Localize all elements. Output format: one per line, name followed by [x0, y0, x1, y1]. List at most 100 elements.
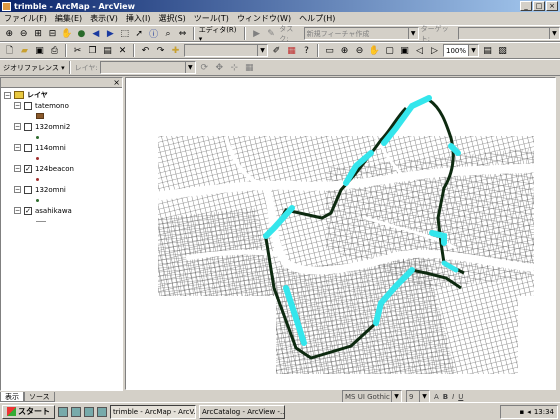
menu-insert[interactable]: 挿入(I) — [126, 13, 151, 24]
close-button[interactable]: × — [546, 1, 558, 11]
quicklaunch-ie-icon[interactable] — [58, 406, 68, 417]
quicklaunch-desktop-icon[interactable] — [84, 406, 94, 417]
layer-checkbox[interactable] — [24, 101, 32, 110]
layout-pan-icon[interactable]: ✋ — [368, 44, 381, 57]
maximize-button[interactable]: □ — [533, 1, 545, 11]
georef-layer-dropdown[interactable]: ▼ — [99, 61, 196, 74]
zoom-whole-page-icon[interactable]: ▢ — [383, 44, 396, 57]
quicklaunch-media-icon[interactable] — [97, 406, 107, 417]
menu-help[interactable]: ヘルプ(H) — [299, 13, 335, 24]
italic-button[interactable]: I — [452, 393, 454, 401]
sketch-pencil-icon[interactable]: ✎ — [265, 27, 277, 40]
collapse-icon[interactable]: − — [14, 165, 21, 172]
zoom-100-icon[interactable]: ▣ — [398, 44, 411, 57]
paste-icon[interactable]: ▤ — [101, 44, 114, 57]
layer-checkbox[interactable]: ✓ — [24, 206, 32, 215]
back-arrow-icon[interactable]: ◀ — [90, 27, 102, 40]
volume-icon[interactable]: ◂ — [527, 408, 531, 416]
menu-tools[interactable]: ツール(T) — [194, 13, 229, 24]
map-canvas[interactable] — [126, 78, 556, 390]
cut-icon[interactable]: ✂ — [71, 44, 84, 57]
quicklaunch-mail-icon[interactable] — [71, 406, 81, 417]
layer-item-tatemono[interactable]: − tatemono — [1, 100, 122, 111]
layer-item-114omni[interactable]: − 114omni — [1, 142, 122, 153]
fixed-zoom-out-icon[interactable]: ⊟ — [46, 27, 58, 40]
minimize-button[interactable]: _ — [520, 1, 532, 11]
forward-arrow-icon[interactable]: ▶ — [104, 27, 116, 40]
undo-icon[interactable]: ↶ — [139, 44, 152, 57]
collapse-icon[interactable]: − — [14, 123, 21, 130]
fixed-zoom-in-icon[interactable]: ⊞ — [32, 27, 44, 40]
toggle-draft-icon[interactable]: ▤ — [481, 44, 494, 57]
layer-item-132omni[interactable]: − 132omni — [1, 184, 122, 195]
rotate-icon[interactable]: ⟳ — [198, 61, 211, 74]
measure-icon[interactable]: ⇔ — [176, 27, 188, 40]
layer-checkbox[interactable] — [24, 185, 32, 194]
layer-item-asahikawa[interactable]: − ✓ asahikawa — [1, 205, 122, 216]
collapse-icon[interactable]: − — [14, 207, 21, 214]
collapse-icon[interactable]: − — [14, 144, 21, 151]
editor-menu[interactable]: エディタ(R) ▾ — [199, 25, 241, 43]
collapse-icon[interactable]: − — [14, 186, 21, 193]
layout-page-icon[interactable]: ▭ — [323, 44, 336, 57]
collapse-icon[interactable]: − — [4, 91, 11, 99]
zoom-in-icon[interactable]: ⊕ — [3, 27, 15, 40]
task-arcmap[interactable]: trimble - ArcMap - ArcV... — [110, 404, 196, 419]
toc-root-layers[interactable]: − レイヤ — [1, 90, 122, 100]
layer-checkbox[interactable]: ✓ — [24, 164, 32, 173]
map-view[interactable] — [125, 77, 556, 390]
layout-zoom-out-icon[interactable]: ⊖ — [353, 44, 366, 57]
tab-display[interactable]: 表示 — [0, 392, 24, 402]
identify-icon[interactable]: ⓘ — [147, 27, 159, 40]
layer-item-124beacon[interactable]: − ✓ 124beacon — [1, 163, 122, 174]
bold-button[interactable]: B — [443, 393, 448, 401]
open-folder-icon[interactable]: ▰ — [18, 44, 31, 57]
layout-back-icon[interactable]: ◁ — [413, 44, 426, 57]
pan-hand-icon[interactable]: ✋ — [61, 27, 73, 40]
print-icon[interactable]: ⎙ — [48, 44, 61, 57]
save-icon[interactable]: ▣ — [33, 44, 46, 57]
zoom-percent-dropdown[interactable]: 100% ▼ — [443, 44, 479, 57]
layout-forward-icon[interactable]: ▷ — [428, 44, 441, 57]
menu-file[interactable]: ファイル(F) — [4, 13, 47, 24]
editor-toolbar-icon[interactable]: ✐ — [270, 44, 283, 57]
start-button[interactable]: スタート — [2, 404, 55, 419]
scale-dropdown[interactable]: ▼ — [184, 44, 268, 57]
add-control-points-icon[interactable]: ⊹ — [228, 61, 241, 74]
menu-select[interactable]: 選択(S) — [158, 13, 185, 24]
georeferencing-menu[interactable]: ジオリファレンス ▾ — [3, 63, 65, 73]
layout-zoom-in-icon[interactable]: ⊕ — [338, 44, 351, 57]
menu-view[interactable]: 表示(V) — [90, 13, 118, 24]
font-color-button[interactable]: A — [434, 393, 439, 401]
network-icon[interactable]: ▪ — [520, 408, 525, 416]
arctoolbox-icon[interactable]: ▦ — [285, 44, 298, 57]
full-extent-icon[interactable]: ● — [75, 27, 87, 40]
tab-source[interactable]: ソース — [24, 392, 55, 402]
task-arccatalog[interactable]: ArcCatalog - ArcView -... — [199, 404, 285, 419]
layer-item-132omni2[interactable]: − 132omni2 — [1, 121, 122, 132]
view-link-table-icon[interactable]: ▦ — [243, 61, 256, 74]
underline-button[interactable]: U — [458, 393, 463, 401]
menu-edit[interactable]: 編集(E) — [55, 13, 82, 24]
whats-this-help-icon[interactable]: ? — [300, 44, 313, 57]
close-icon[interactable]: × — [113, 78, 120, 87]
collapse-icon[interactable]: − — [14, 102, 21, 109]
point-symbol-icon — [36, 135, 39, 139]
layer-checkbox[interactable] — [24, 143, 32, 152]
edit-tool-icon[interactable]: ▶ — [250, 27, 262, 40]
select-elements-icon[interactable]: ➚ — [133, 27, 145, 40]
target-dropdown[interactable]: ▼ — [458, 27, 560, 40]
task-dropdown[interactable]: 新規フィーチャ作成 ▼ — [303, 27, 419, 40]
select-features-icon[interactable]: ⬚ — [119, 27, 131, 40]
delete-icon[interactable]: ✕ — [116, 44, 129, 57]
menu-window[interactable]: ウィンドウ(W) — [237, 13, 291, 24]
new-document-icon[interactable]: 🗋 — [3, 44, 16, 57]
find-binoculars-icon[interactable]: ⌕ — [162, 27, 174, 40]
layer-checkbox[interactable] — [24, 122, 32, 131]
redo-icon[interactable]: ↷ — [154, 44, 167, 57]
add-data-icon[interactable]: ✚ — [169, 44, 182, 57]
focus-data-frame-icon[interactable]: ▧ — [496, 44, 509, 57]
shift-icon[interactable]: ✥ — [213, 61, 226, 74]
copy-icon[interactable]: ❐ — [86, 44, 99, 57]
zoom-out-icon[interactable]: ⊖ — [17, 27, 29, 40]
